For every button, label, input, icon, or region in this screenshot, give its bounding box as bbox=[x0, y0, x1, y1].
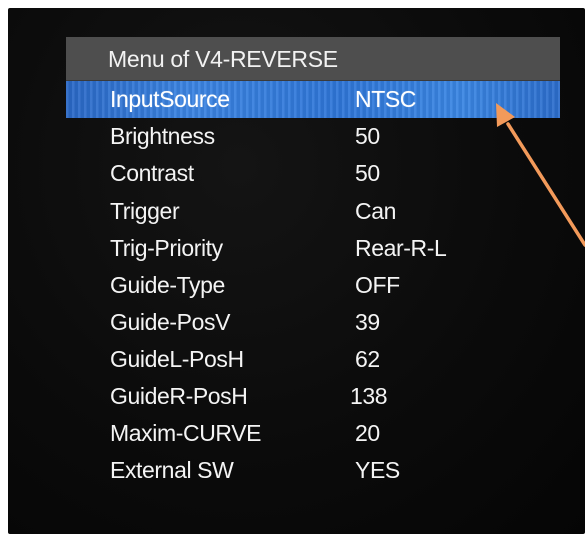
menu-item-label: Guide-PosV bbox=[110, 309, 231, 335]
menu-item-value: OFF bbox=[355, 272, 400, 298]
menu-item-label: Brightness bbox=[110, 123, 215, 149]
menu-item-value: Rear-R-L bbox=[355, 235, 447, 261]
menu-item-guide-type[interactable]: Guide-Type OFF bbox=[66, 267, 560, 303]
menu-item-value: 62 bbox=[355, 346, 380, 372]
menu-item-label: InputSource bbox=[110, 86, 230, 112]
menu-header: Menu of V4-REVERSE bbox=[66, 37, 560, 81]
menu-item-value: 138 bbox=[350, 383, 388, 409]
monitor-screen: Menu of V4-REVERSE InputSource NTSC Brig… bbox=[8, 8, 585, 534]
menu-item-guider-posh[interactable]: GuideR-PosH 138 bbox=[66, 378, 560, 414]
menu-item-label: GuideL-PosH bbox=[110, 346, 244, 372]
menu-item-maxim-curve[interactable]: Maxim-CURVE 20 bbox=[66, 415, 560, 451]
menu-title: Menu of V4-REVERSE bbox=[108, 46, 338, 72]
menu-item-value: 39 bbox=[355, 309, 380, 335]
menu-item-guide-posv[interactable]: Guide-PosV 39 bbox=[66, 304, 560, 340]
menu-item-label: Trigger bbox=[110, 198, 180, 224]
menu-item-label: External SW bbox=[110, 457, 234, 483]
menu-item-label: Guide-Type bbox=[110, 272, 225, 298]
menu-item-label: Maxim-CURVE bbox=[110, 420, 262, 446]
menu-item-input-source[interactable]: InputSource NTSC bbox=[66, 81, 560, 118]
menu-item-label: Trig-Priority bbox=[110, 235, 223, 261]
menu-item-brightness[interactable]: Brightness 50 bbox=[66, 118, 560, 154]
menu-item-value: 50 bbox=[355, 123, 380, 149]
menu-item-value: 50 bbox=[355, 160, 380, 186]
menu-item-value: NTSC bbox=[355, 86, 417, 112]
menu-item-label: Contrast bbox=[110, 160, 194, 186]
menu-item-trigger[interactable]: Trigger Can bbox=[66, 193, 560, 229]
menu-item-value: Can bbox=[355, 198, 396, 224]
menu-item-value: 20 bbox=[355, 420, 380, 446]
menu-item-contrast[interactable]: Contrast 50 bbox=[66, 155, 560, 191]
menu-item-label: GuideR-PosH bbox=[110, 383, 248, 409]
menu-item-guidel-posh[interactable]: GuideL-PosH 62 bbox=[66, 341, 560, 377]
menu-item-trig-priority[interactable]: Trig-Priority Rear-R-L bbox=[66, 230, 560, 266]
menu-item-external-sw[interactable]: External SW YES bbox=[66, 452, 560, 488]
menu-item-value: YES bbox=[355, 457, 400, 483]
osd-menu: Menu of V4-REVERSE InputSource NTSC Brig… bbox=[66, 37, 560, 537]
